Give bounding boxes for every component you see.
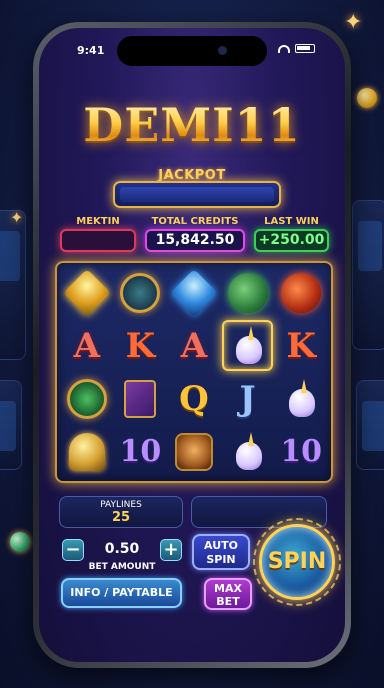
game-logo: DEMI11 bbox=[39, 98, 345, 152]
reel-cell bbox=[275, 373, 327, 424]
status-bar: 9:41 bbox=[39, 44, 345, 60]
battery-icon bbox=[295, 44, 315, 53]
helmet-icon bbox=[68, 432, 105, 471]
reel-cell: J bbox=[222, 373, 274, 424]
game-screen: 9:41 DEMI11 JACKPOT MEKTIN TOTAL CREDITS… bbox=[39, 28, 345, 662]
bet-increase-button[interactable]: + bbox=[160, 539, 182, 561]
symbol-q: Q bbox=[179, 378, 209, 419]
reel-cell: Q bbox=[168, 373, 220, 424]
reel-cell bbox=[275, 267, 327, 318]
symbol-k: K bbox=[286, 325, 316, 366]
max-bet-button[interactable]: MAX BET bbox=[204, 578, 252, 610]
spellbook-icon bbox=[124, 379, 157, 418]
green-medal-icon bbox=[66, 378, 107, 419]
spin-button[interactable]: SPIN bbox=[259, 524, 335, 600]
bet-decrease-button[interactable]: − bbox=[62, 539, 84, 561]
stat-label-left: MEKTIN bbox=[76, 216, 120, 227]
reel-cell: K bbox=[115, 320, 167, 371]
paylines-panel: PAYLINES 25 bbox=[59, 496, 183, 528]
reel-cell bbox=[61, 267, 113, 318]
bet-amount-value: 0.50 bbox=[104, 541, 140, 557]
reel-cell: K bbox=[275, 320, 327, 371]
auto-spin-label-line1: AUTO bbox=[204, 539, 238, 552]
reel-cell: 10 bbox=[115, 426, 167, 477]
reel-cell bbox=[221, 320, 274, 371]
bet-amount-label: BET AMOUNT bbox=[88, 562, 156, 572]
sparkle-icon: ✦ bbox=[344, 10, 363, 35]
symbol-10: 10 bbox=[119, 434, 162, 469]
background-slot-machine bbox=[352, 200, 384, 350]
background-slot-machine bbox=[356, 380, 384, 470]
coin-icon bbox=[357, 88, 377, 108]
symbol-j: J bbox=[239, 378, 256, 419]
red-dragon-icon bbox=[281, 272, 322, 313]
max-bet-label-line1: MAX bbox=[214, 582, 242, 595]
total-credits-label: TOTAL CREDITS bbox=[151, 216, 239, 227]
unicorn-icon bbox=[230, 325, 266, 366]
green-dragon-icon bbox=[227, 272, 268, 313]
total-credits-value: 15,842.50 bbox=[145, 229, 245, 252]
reel-cell bbox=[61, 426, 113, 477]
wifi-icon bbox=[278, 44, 290, 53]
info-paytable-button[interactable]: INFO / PAYTABLE bbox=[61, 578, 182, 608]
reel-cell bbox=[168, 426, 220, 477]
max-bet-label-line2: BET bbox=[216, 595, 240, 608]
symbol-10: 10 bbox=[280, 434, 323, 469]
status-time: 9:41 bbox=[77, 44, 105, 57]
reel-cell bbox=[168, 267, 220, 318]
reel-cell bbox=[115, 267, 167, 318]
symbol-a: A bbox=[180, 325, 208, 366]
sparkle-icon: ✦ bbox=[10, 208, 24, 227]
blue-gem-icon bbox=[169, 268, 219, 317]
stat-box-left bbox=[60, 229, 136, 252]
coin-icon bbox=[10, 532, 30, 552]
reel-cell: 10 bbox=[275, 426, 327, 477]
jackpot-display bbox=[113, 181, 281, 208]
unicorn-icon bbox=[283, 378, 319, 419]
symbol-a: A bbox=[73, 325, 100, 366]
bull-icon bbox=[174, 432, 213, 471]
phone-frame: 9:41 DEMI11 JACKPOT MEKTIN TOTAL CREDITS… bbox=[33, 22, 351, 668]
paylines-value: 25 bbox=[111, 510, 131, 525]
compass-medal-icon bbox=[120, 272, 161, 313]
reel-cell: A bbox=[61, 320, 113, 371]
reel-cell: A bbox=[168, 320, 220, 371]
reel-cell bbox=[222, 426, 274, 477]
paylines-label: PAYLINES bbox=[100, 500, 142, 510]
reel-cell bbox=[222, 267, 274, 318]
reel-cell bbox=[115, 373, 167, 424]
auto-spin-button[interactable]: AUTO SPIN bbox=[192, 534, 250, 570]
unicorn-icon bbox=[230, 431, 266, 472]
background-slot-machine bbox=[0, 380, 22, 470]
last-win-value: +250.00 bbox=[254, 229, 329, 252]
reel-cell bbox=[61, 373, 113, 424]
status-icons bbox=[278, 44, 315, 53]
symbol-k: K bbox=[125, 325, 156, 366]
reel-grid: A K A K Q J 10 10 bbox=[55, 261, 333, 483]
auto-spin-label-line2: SPIN bbox=[206, 553, 236, 566]
gold-gem-icon bbox=[62, 268, 111, 317]
last-win-label: LAST WIN bbox=[264, 216, 319, 227]
background-slot-machine bbox=[0, 210, 26, 360]
